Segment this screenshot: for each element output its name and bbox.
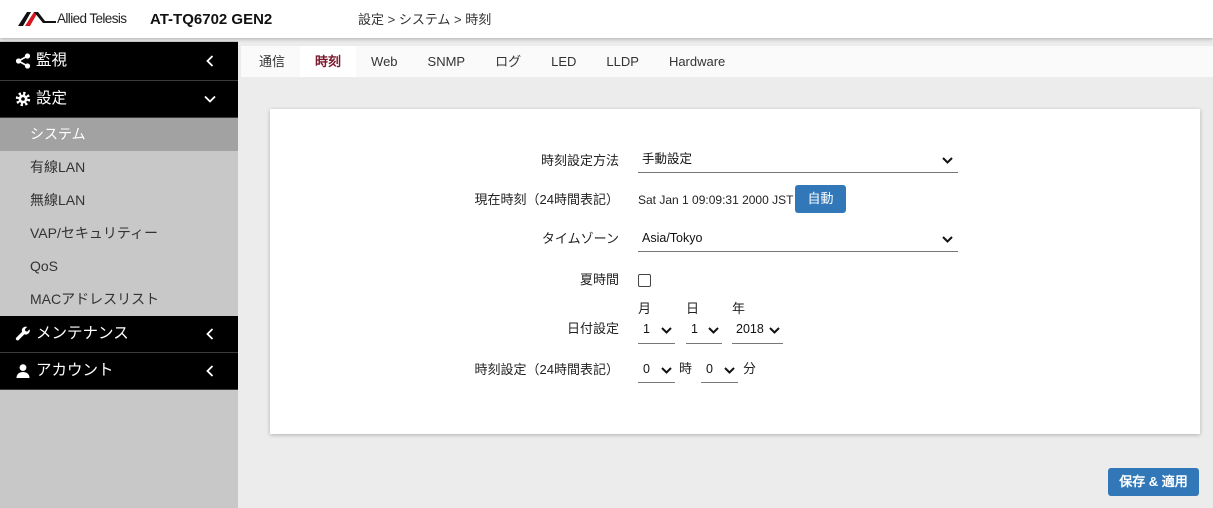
minute-select[interactable]: 0 [701,357,738,383]
chevron-left-icon [206,55,214,67]
sidebar-group-label-account: アカウント [36,362,114,379]
day-select[interactable]: 1 [686,316,722,344]
time-method-value: 手動設定 [642,152,693,166]
header: Allied Telesis AT-TQ6702 GEN2 設定 > システム … [0,0,1213,38]
sidebar-group-label-maintenance: メンテナンス [36,325,129,342]
chevron-down-icon [708,326,719,334]
settings-submenu: システム 有線LAN 無線LAN VAP/セキュリティー QoS MACアドレス… [0,118,238,316]
tab-time[interactable]: 時刻 [300,46,357,77]
chevron-down-icon [661,326,672,334]
hour-unit: 時 [679,361,693,376]
auto-button[interactable]: 自動 [795,185,846,213]
sidebar-item-vap-security[interactable]: VAP/セキュリティー [0,217,238,250]
chevron-down-icon [942,235,953,243]
chevron-down-icon [942,156,953,164]
month-label: 月 [638,301,652,316]
sidebar-group-account[interactable]: アカウント [0,353,238,390]
current-time-value: Sat Jan 1 09:09:31 2000 JST [638,193,794,207]
sidebar-item-mac-address-list[interactable]: MACアドレスリスト [0,283,238,316]
timezone-value: Asia/Tokyo [642,231,703,245]
timezone-select[interactable]: Asia/Tokyo [638,226,958,252]
current-time-label: 現在時刻（24時間表記） [474,192,619,207]
tab-log[interactable]: ログ [480,46,536,77]
tab-led[interactable]: LED [536,46,591,77]
sidebar-item-wired-lan[interactable]: 有線LAN [0,151,238,184]
timezone-label: タイムゾーン [541,231,619,246]
time-method-select[interactable]: 手動設定 [638,147,958,173]
chevron-left-icon [206,365,214,377]
month-select[interactable]: 1 [638,316,675,344]
share-icon [15,53,31,69]
chevron-down-icon [204,95,216,103]
sidebar-item-system[interactable]: システム [0,118,238,151]
sidebar-group-settings[interactable]: 設定 [0,81,238,118]
day-value: 1 [691,322,698,336]
year-value: 2018 [736,322,764,336]
product-name: AT-TQ6702 GEN2 [150,11,273,28]
user-icon [16,364,30,378]
sidebar-group-monitor[interactable]: 監視 [0,42,238,81]
breadcrumb: 設定 > システム > 時刻 [358,12,492,27]
sidebar-item-qos[interactable]: QoS [0,250,238,283]
sidebar-item-wireless-lan[interactable]: 無線LAN [0,184,238,217]
tab-snmp[interactable]: SNMP [413,46,481,77]
minute-unit: 分 [743,361,757,376]
dst-checkbox[interactable] [638,274,651,287]
save-apply-button[interactable]: 保存 & 適用 [1108,468,1199,496]
sidebar-group-label-monitor: 監視 [36,52,68,69]
year-select[interactable]: 2018 [732,316,783,344]
chevron-down-icon [724,366,735,374]
month-value: 1 [643,322,650,336]
logo-text: Allied Telesis [57,11,127,26]
chevron-left-icon [206,328,214,340]
allied-telesis-logo [18,12,56,26]
sidebar-group-maintenance[interactable]: メンテナンス [0,316,238,353]
chevron-down-icon [769,326,780,334]
chevron-down-icon [661,366,672,374]
year-label: 年 [732,301,746,316]
tab-communication[interactable]: 通信 [244,46,300,77]
day-label: 日 [686,301,700,316]
time-settings-card: 時刻設定方法 手動設定 現在時刻（24時間表記） Sat Jan 1 09:09… [270,109,1200,434]
sidebar-group-label-settings: 設定 [36,90,68,107]
tab-bar: 通信 時刻 Web SNMP ログ LED LLDP Hardware [241,46,1213,77]
tab-lldp[interactable]: LLDP [591,46,654,77]
gear-icon [15,91,31,107]
time-method-label: 時刻設定方法 [540,153,619,168]
hour-select[interactable]: 0 [638,357,675,383]
date-setting-label: 日付設定 [566,321,619,336]
tab-hardware[interactable]: Hardware [654,46,740,77]
sidebar: 監視 設定 システム 有線LAN 無線LAN VAP/セキュリティー QoS M… [0,41,238,508]
wrench-icon [15,326,30,341]
minute-value: 0 [706,362,713,376]
time-setting-label: 時刻設定（24時間表記） [474,362,619,377]
hour-value: 0 [643,362,650,376]
dst-label: 夏時間 [579,272,619,287]
tab-web[interactable]: Web [356,46,413,77]
